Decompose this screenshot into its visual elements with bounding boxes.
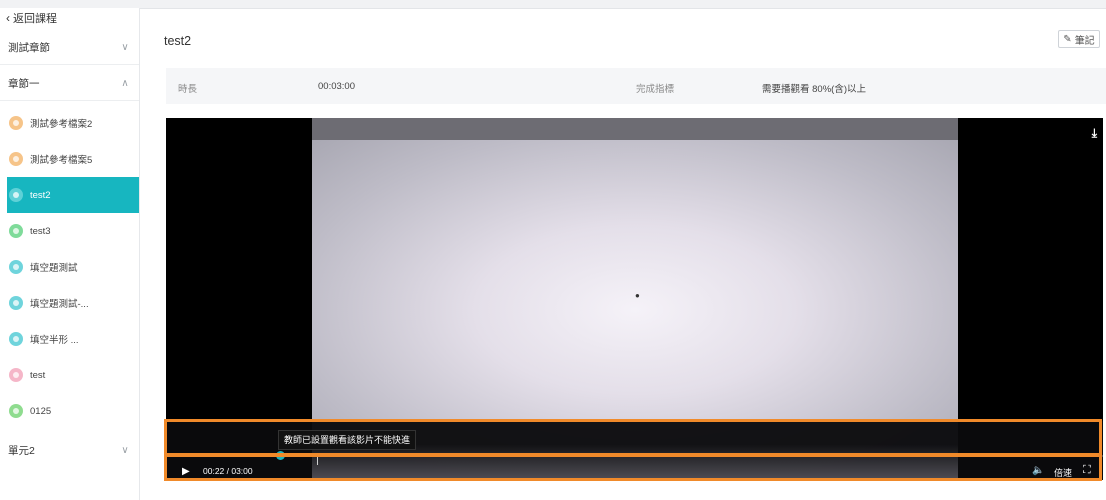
criteria-label: 完成指標 [636, 84, 675, 95]
lesson-status-icon [9, 368, 23, 382]
download-icon[interactable]: ⤓ [1092, 126, 1097, 141]
sidebar-item-test3[interactable]: test3 [7, 213, 139, 249]
play-icon[interactable]: ▶ [182, 466, 190, 477]
chevron-down-icon: ∨ [121, 444, 129, 456]
no-fast-forward-tooltip: 教師已設置觀看該影片不能快進 [278, 430, 417, 450]
section-label: 章節一 [8, 77, 40, 90]
notes-label: 筆記 [1074, 35, 1095, 47]
lesson-status-icon [9, 224, 23, 238]
lesson-status-icon [9, 116, 23, 130]
sidebar-item-fill-blank-test[interactable]: 填空題測試 [7, 249, 139, 285]
speed-button[interactable]: 倍速 [1054, 466, 1072, 479]
progress-track[interactable] [166, 455, 1103, 457]
sidebar-item-test-ref-5[interactable]: 測試參考檔案5 [7, 141, 139, 177]
course-sidebar: ‹ 返回課程 測試章節 ∨ 章節一 ∧ 測試參考檔案2 測試參考檔案5 test… [0, 8, 140, 500]
sidebar-item-test-ref-2[interactable]: 測試參考檔案2 [7, 105, 139, 141]
sidebar-item-label: 填空半形 ... [30, 335, 79, 346]
sidebar-item-label: test2 [30, 189, 51, 201]
progress-played [166, 455, 281, 457]
sidebar-item-fill-blank-test-2[interactable]: 填空題測試-... [7, 285, 139, 321]
progress-handle[interactable] [276, 451, 286, 460]
sidebar-item-label: 測試參考檔案5 [30, 155, 93, 166]
lesson-status-icon [9, 260, 23, 274]
cursor-icon: ● [635, 291, 640, 300]
section-chapter-one[interactable]: 章節一 ∧ [0, 66, 139, 101]
sidebar-item-test2[interactable]: test2 [7, 177, 139, 213]
notes-button[interactable]: ✎ 筆記 [1058, 30, 1100, 48]
section-test-chapter[interactable]: 測試章節 ∨ [0, 30, 139, 65]
section-unit-2[interactable]: 單元2 ∨ [0, 433, 139, 467]
sidebar-item-label: 填空題測試-... [30, 299, 89, 310]
time-display: 00:22 / 03:00 [203, 466, 253, 476]
page-title: test2 [164, 34, 192, 48]
volume-icon[interactable]: 🔈 [1032, 465, 1044, 476]
sidebar-item-label: 0125 [30, 405, 52, 417]
progress-marker [317, 456, 318, 465]
sidebar-item-label: test [30, 369, 46, 381]
video-player[interactable]: ● ⤓ 教師已設置觀看該影片不能快進 ▶ 00:22 / 03:00 🔈 倍速 … [166, 118, 1103, 480]
lesson-status-icon [9, 296, 23, 310]
back-to-course-link[interactable]: ‹ 返回課程 [6, 10, 57, 26]
lesson-content: test2 ✎ 筆記 時長 00:03:00 完成指標 需要播觀看 80%(含)… [150, 20, 1106, 500]
back-label: 返回課程 [13, 13, 57, 25]
lesson-status-icon [9, 404, 23, 418]
video-frame-top [312, 118, 958, 140]
lesson-status-icon [9, 152, 23, 166]
edit-note-icon: ✎ [1063, 33, 1072, 45]
sidebar-item-0125[interactable]: 0125 [7, 393, 139, 429]
criteria-value: 需要播觀看 80%(含)以上 [762, 84, 866, 95]
lesson-status-icon [9, 332, 23, 346]
sidebar-item-label: 測試參考檔案2 [30, 119, 93, 130]
sidebar-item-label: 填空題測試 [30, 263, 78, 274]
sidebar-item-test[interactable]: test [7, 357, 139, 393]
top-bar [0, 0, 1106, 9]
section-label: 測試章節 [8, 41, 50, 54]
chevron-up-icon: ∧ [121, 77, 129, 89]
section-label: 單元2 [8, 444, 35, 457]
duration-label: 時長 [178, 84, 198, 95]
sidebar-item-label: test3 [30, 225, 51, 237]
fullscreen-icon[interactable]: ⛶ [1083, 464, 1091, 477]
chevron-down-icon: ∨ [121, 41, 129, 53]
player-controls: 教師已設置觀看該影片不能快進 ▶ 00:22 / 03:00 🔈 倍速 ⛶ [166, 421, 1103, 480]
sidebar-item-fill-blank-halfwidth[interactable]: 填空半形 ... [7, 321, 139, 357]
lesson-status-icon [9, 188, 23, 202]
duration-value: 00:03:00 [318, 81, 355, 92]
chevron-left-icon: ‹ [6, 11, 10, 25]
lesson-info-bar: 時長 00:03:00 完成指標 需要播觀看 80%(含)以上 [166, 68, 1106, 104]
